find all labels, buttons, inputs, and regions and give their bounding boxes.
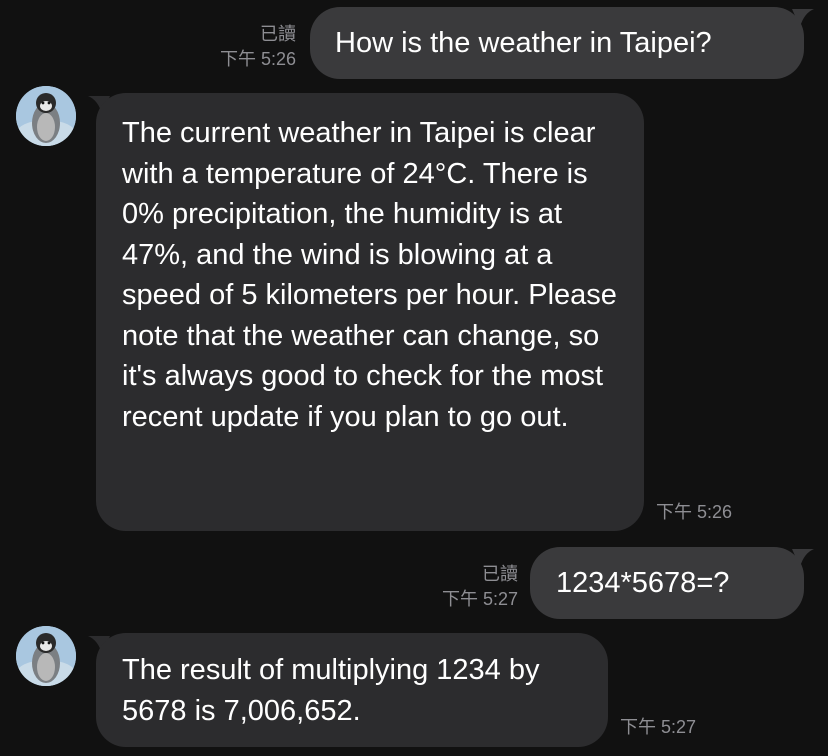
- outgoing-message-bubble[interactable]: 1234*5678=?: [530, 547, 804, 619]
- message-text: How is the weather in Taipei?: [335, 27, 712, 59]
- chat-thread: 已讀 下午 5:26 How is the weather in Taipei?…: [0, 0, 828, 756]
- message-text: The current weather in Taipei is clear w…: [122, 117, 617, 433]
- incoming-message-bubble[interactable]: The result of multiplying 1234 by 5678 i…: [96, 633, 608, 747]
- incoming-message-bubble[interactable]: The current weather in Taipei is clear w…: [96, 93, 644, 531]
- message-text: 1234*5678=?: [556, 567, 730, 599]
- outgoing-message-bubble[interactable]: How is the weather in Taipei?: [310, 7, 804, 79]
- read-receipt: 已讀: [482, 564, 518, 584]
- message-timestamp: 下午 5:26: [219, 49, 296, 69]
- bubble-tail: [792, 549, 814, 567]
- read-receipt: 已讀: [260, 24, 296, 44]
- penguin-avatar[interactable]: [16, 86, 76, 146]
- penguin-icon: [16, 86, 76, 146]
- message-timestamp: 下午 5:27: [620, 717, 697, 737]
- message-timestamp: 下午 5:27: [441, 589, 518, 609]
- message-text: The result of multiplying 1234 by 5678 i…: [122, 654, 540, 727]
- penguin-avatar[interactable]: [16, 626, 76, 686]
- message-timestamp: 下午 5:26: [656, 502, 733, 522]
- bubble-tail: [792, 9, 814, 27]
- penguin-icon: [16, 626, 76, 686]
